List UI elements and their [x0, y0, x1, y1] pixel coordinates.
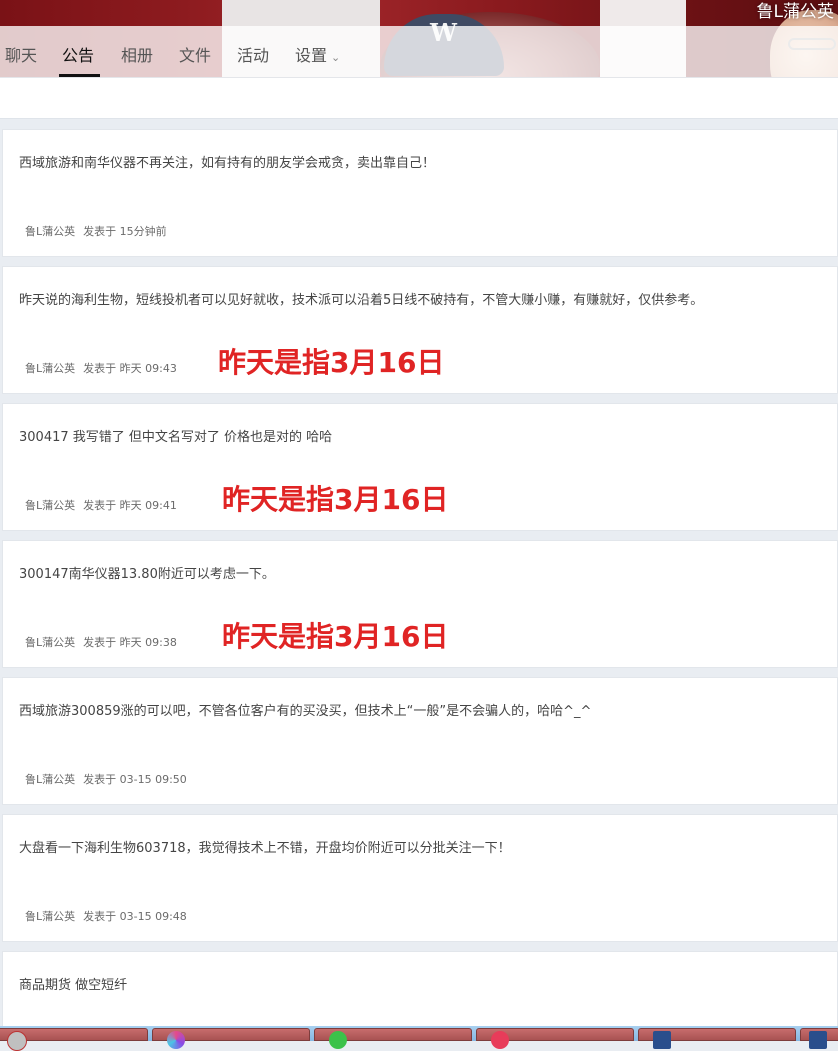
app-icon	[7, 1031, 27, 1051]
chevron-down-icon: ⌄	[331, 51, 341, 64]
announcement-content: 300147南华仪器13.80附近可以考虑一下。	[19, 567, 275, 582]
announcement-author[interactable]: 鲁L蒲公英	[25, 636, 75, 649]
app-icon	[809, 1031, 827, 1049]
announcement-time: 发表于 03-15 09:48	[83, 910, 187, 923]
announcement-meta: 鲁L蒲公英 发表于 03-15 09:48	[25, 908, 187, 924]
announcement-item[interactable]: 昨天说的海利生物，短线投机者可以见好就收，技术派可以沿着5日线不破持有，不管大赚…	[2, 266, 838, 394]
announcement-item[interactable]: 西域旅游300859涨的可以吧，不管各位客户有的买没买，但技术上“一般”是不会骗…	[2, 677, 838, 805]
annotation-note: 昨天是指3月16日	[218, 346, 445, 379]
announcement-author[interactable]: 鲁L蒲公英	[25, 773, 75, 786]
taskbar-button[interactable]	[476, 1028, 634, 1049]
tab-files[interactable]: 文件	[179, 42, 211, 66]
taskbar-button[interactable]	[152, 1028, 310, 1049]
announcement-content: 大盘看一下海利生物603718，我觉得技术上不错，开盘均价附近可以分批关注一下！	[19, 841, 511, 856]
announcement-meta: 鲁L蒲公英 发表于 昨天 09:43	[25, 360, 177, 376]
nav-tabs: 聊天 公告 相册 文件 活动 设置 ⌄	[0, 26, 838, 78]
announcement-item[interactable]: 300417 我写错了 但中文名写对了 价格也是对的 哈哈 鲁L蒲公英 发表于 昨…	[2, 403, 838, 531]
chat-app-icon	[329, 1031, 347, 1049]
announcement-time: 发表于 昨天 09:41	[83, 499, 177, 512]
announcement-item[interactable]: 大盘看一下海利生物603718，我觉得技术上不错，开盘均价附近可以分批关注一下！…	[2, 814, 838, 942]
announcement-meta: 鲁L蒲公英 发表于 昨天 09:38	[25, 634, 177, 650]
os-taskbar	[0, 1026, 838, 1051]
tab-settings[interactable]: 设置 ⌄	[295, 42, 340, 66]
announcement-time: 发表于 昨天 09:43	[83, 362, 177, 375]
group-owner-name[interactable]: 鲁L蒲公英	[757, 0, 834, 22]
announcement-content: 西域旅游300859涨的可以吧，不管各位客户有的买没买，但技术上“一般”是不会骗…	[19, 704, 592, 719]
active-tab-indicator	[59, 74, 100, 77]
announcement-time: 发表于 03-15 09:50	[83, 773, 187, 786]
announcement-author[interactable]: 鲁L蒲公英	[25, 362, 75, 375]
annotation-note: 昨天是指3月16日	[222, 620, 449, 653]
announcement-content: 300417 我写错了 但中文名写对了 价格也是对的 哈哈	[19, 430, 333, 445]
annotation-note: 昨天是指3月16日	[222, 483, 449, 516]
taskbar-button[interactable]	[0, 1028, 148, 1051]
announcement-item[interactable]: 西域旅游和南华仪器不再关注，如有持有的朋友学会戒贪，卖出靠自己！ 鲁L蒲公英 发表…	[2, 129, 838, 257]
tab-announcement[interactable]: 公告	[62, 42, 94, 66]
announcement-author[interactable]: 鲁L蒲公英	[25, 910, 75, 923]
announcement-meta: 鲁L蒲公英 发表于 15分钟前	[25, 223, 167, 239]
tab-settings-label: 设置	[295, 46, 328, 65]
app-icon	[167, 1031, 185, 1049]
toolbar-area	[0, 78, 838, 119]
taskbar-button[interactable]	[800, 1028, 838, 1049]
announcement-author[interactable]: 鲁L蒲公英	[25, 499, 75, 512]
announcement-time: 发表于 15分钟前	[83, 225, 167, 238]
announcement-content: 昨天说的海利生物，短线投机者可以见好就收，技术派可以沿着5日线不破持有，不管大赚…	[19, 293, 704, 308]
announcement-time: 发表于 昨天 09:38	[83, 636, 177, 649]
app-icon	[653, 1031, 671, 1049]
tab-album[interactable]: 相册	[121, 42, 153, 66]
announcement-meta: 鲁L蒲公英 发表于 昨天 09:41	[25, 497, 177, 513]
announcement-item[interactable]: 300147南华仪器13.80附近可以考虑一下。 鲁L蒲公英 发表于 昨天 09:…	[2, 540, 838, 668]
taskbar-button[interactable]	[314, 1028, 472, 1049]
announcement-meta: 鲁L蒲公英 发表于 03-15 09:50	[25, 771, 187, 787]
tab-activity[interactable]: 活动	[237, 42, 269, 66]
announcement-content: 商品期货 做空短纤	[19, 978, 128, 993]
tab-chat[interactable]: 聊天	[5, 42, 37, 66]
taskbar-button[interactable]	[638, 1028, 796, 1049]
app-icon	[491, 1031, 509, 1049]
announcement-content: 西域旅游和南华仪器不再关注，如有持有的朋友学会戒贪，卖出靠自己！	[19, 156, 436, 171]
announcement-author[interactable]: 鲁L蒲公英	[25, 225, 75, 238]
